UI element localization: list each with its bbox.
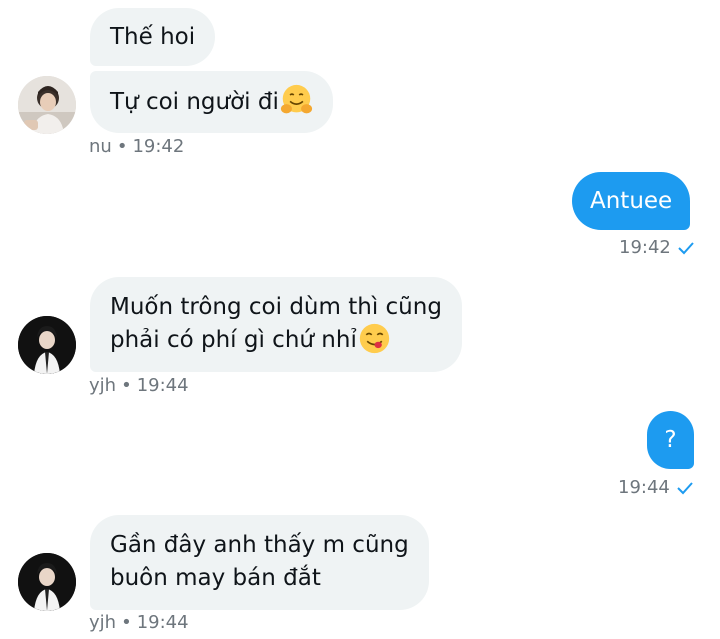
message-line: Gần đây anh thấy m cũng [110,532,409,558]
separator: • [121,375,132,396]
separator: • [116,136,128,157]
message-text: Thế hoi [110,24,196,50]
timestamp: 19:42 [132,136,185,157]
timestamp: 19:44 [618,477,670,498]
message-bubble[interactable]: Thế hoi [90,8,216,66]
hugging-face-emoji [280,84,312,114]
message-text: Antuee [590,188,673,214]
message-line: phải có phí gì chứ nhỉ [110,327,357,353]
avatar-image [18,76,76,134]
message-text: Tự coi người đi [110,89,279,115]
avatar-image [18,553,76,611]
message-line: Muốn trông coi dùm thì cũng [110,294,442,320]
avatar[interactable] [18,553,76,611]
avatar-image [18,316,76,374]
message-meta: 19:42 [619,237,695,259]
message-meta: nu • 19:42 [89,136,184,158]
message-text: ? [664,427,677,453]
avatar[interactable] [18,316,76,374]
sent-check-icon [678,242,694,255]
sender-name: yjh [89,612,117,633]
timestamp: 19:44 [136,375,189,396]
message-bubble[interactable]: Gần đây anh thấy m cũng buôn may bán đắt [90,515,429,610]
sender-name: nu [89,136,112,157]
separator: • [121,612,132,633]
sent-check-icon [677,482,693,495]
message-bubble[interactable]: Tự coi người đi [90,71,333,133]
message-bubble[interactable]: Antuee [572,172,691,230]
sender-name: yjh [89,375,117,396]
message-meta: yjh • 19:44 [89,612,189,634]
timestamp: 19:42 [619,237,671,258]
message-bubble[interactable]: Muốn trông coi dùm thì cũng phải có phí … [90,277,462,372]
savoring-food-emoji [359,323,390,354]
message-bubble[interactable]: ? [647,411,694,469]
avatar[interactable] [18,76,76,134]
message-line: buôn may bán đắt [110,565,321,591]
message-meta: 19:44 [618,477,694,499]
message-meta: yjh • 19:44 [89,375,189,397]
timestamp: 19:44 [136,612,189,633]
